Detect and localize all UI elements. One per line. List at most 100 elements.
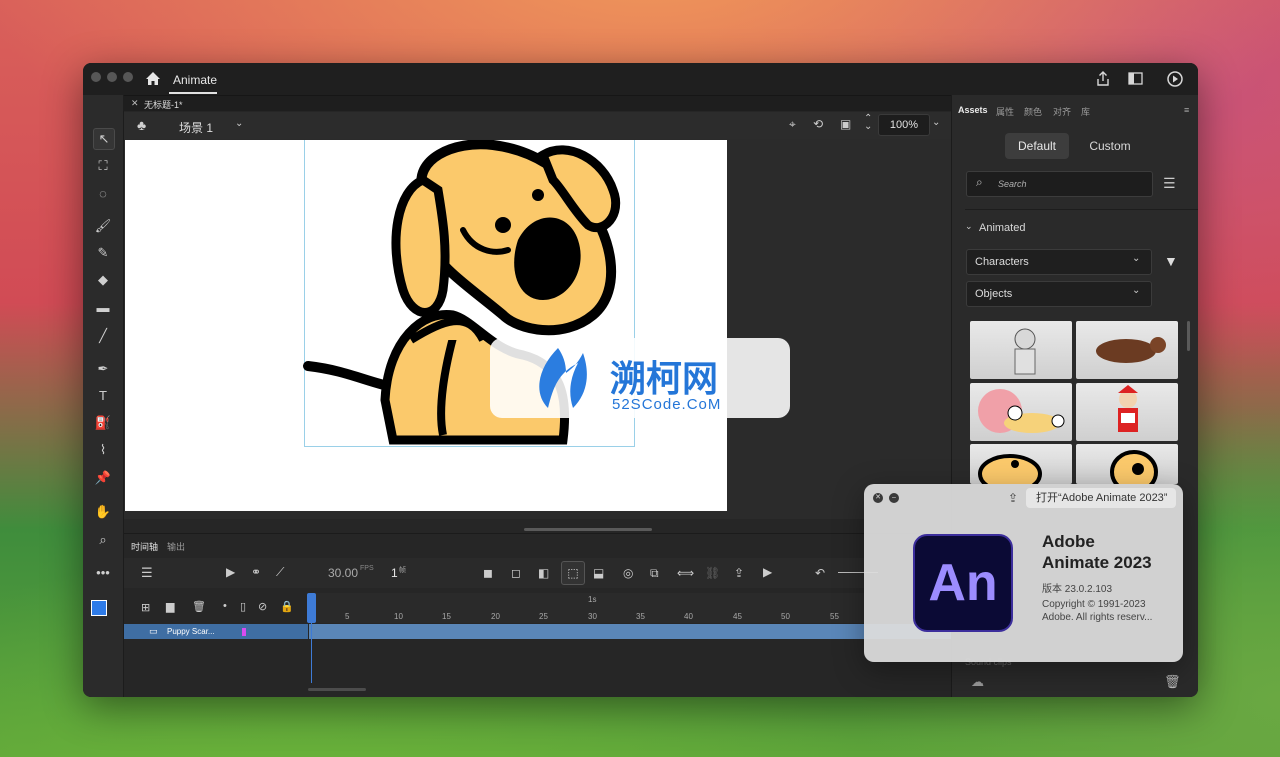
brush-tool-icon[interactable]: 🖌 xyxy=(93,216,113,236)
paint-brush-icon[interactable]: ✎ xyxy=(93,243,113,263)
scene-name[interactable]: 场景 1 xyxy=(179,119,213,136)
zoom-window-button[interactable] xyxy=(123,72,133,82)
insert-blank-keyframe-icon[interactable]: ◻ xyxy=(511,566,521,580)
app-tab[interactable]: Animate xyxy=(173,73,217,87)
frame-span[interactable] xyxy=(309,624,951,639)
rectangle-tool-icon[interactable]: ▬ xyxy=(93,298,113,318)
stroke-color-swatch[interactable] xyxy=(91,600,107,616)
ruler-tick: 50 xyxy=(781,612,790,621)
camera-icon[interactable]: ▶︎ xyxy=(226,565,235,579)
undo-icon[interactable]: ↶ xyxy=(815,566,825,580)
minimize-window-button[interactable] xyxy=(107,72,117,82)
document-tab-bar xyxy=(123,96,951,111)
fps-unit: FPS xyxy=(360,565,374,572)
link-icon: ⛓ xyxy=(705,566,721,580)
onion-skin-icon[interactable]: ◎ xyxy=(623,566,633,580)
edit-multiple-frames-icon[interactable]: ⧉ xyxy=(650,566,659,581)
eraser-icon[interactable]: ◆ xyxy=(93,270,113,290)
scene-icon[interactable]: ♣ xyxy=(137,117,146,133)
workspace-icon[interactable] xyxy=(1128,72,1143,85)
fps-value[interactable]: 30.00 xyxy=(328,566,358,580)
outline-icon[interactable]: ▯ xyxy=(240,600,246,613)
current-frame[interactable]: 1 xyxy=(391,566,398,580)
tab-library[interactable]: 库 xyxy=(1081,105,1090,118)
paint-bucket-icon[interactable]: ⛽ xyxy=(93,413,113,433)
selection-tool-icon[interactable]: ↖ xyxy=(93,128,115,150)
chevron-down-icon[interactable]: ⌄ xyxy=(1132,285,1140,296)
more-tools-icon[interactable]: ••• xyxy=(93,563,113,583)
clip-stage-icon[interactable]: ▣ xyxy=(840,117,851,131)
play-icon[interactable]: ▶ xyxy=(763,565,772,579)
filter-icon[interactable]: ▼ xyxy=(1164,253,1178,269)
zoom-stepper-icon[interactable]: ⌃ ⌄ xyxy=(864,114,872,132)
tab-align[interactable]: 对齐 xyxy=(1053,105,1071,118)
close-window-button[interactable] xyxy=(91,72,101,82)
seg-default[interactable]: Default xyxy=(1005,133,1069,159)
open-app-button[interactable]: 打开“Adobe Animate 2023” xyxy=(1026,488,1176,508)
share-icon[interactable]: ⇪ xyxy=(1008,491,1018,505)
insert-keyframe-icon[interactable]: ◼ xyxy=(483,566,493,580)
assets-scrollbar[interactable] xyxy=(1187,321,1190,351)
insert-frame-icon[interactable]: ◧ xyxy=(538,566,549,580)
new-folder-icon[interactable]: ▆ xyxy=(166,600,174,613)
layers-icon[interactable]: ☰ xyxy=(141,565,153,581)
list-view-icon[interactable]: ☰ xyxy=(1163,175,1176,192)
close-doc-icon[interactable]: ✕ xyxy=(131,98,139,109)
section-animated[interactable]: Animated xyxy=(979,222,1025,234)
free-transform-icon[interactable]: ⛶ xyxy=(93,156,113,176)
tab-assets[interactable]: Assets xyxy=(958,105,988,115)
pen-tool-icon[interactable]: ✒ xyxy=(93,359,113,379)
tab-timeline[interactable]: 时间轴 xyxy=(131,540,158,553)
ruler-tick: 10 xyxy=(394,612,403,621)
hide-layer-icon[interactable]: ⊘ xyxy=(258,600,267,613)
layer-color-marker[interactable] xyxy=(242,628,246,636)
chevron-down-icon[interactable]: ⌄ xyxy=(965,221,973,232)
tab-output[interactable]: 输出 xyxy=(167,540,185,553)
layer-parenting-icon[interactable]: ⚭ xyxy=(251,565,261,579)
panel-splitter[interactable] xyxy=(524,528,652,531)
characters-dropdown[interactable]: Characters xyxy=(966,249,1152,275)
text-tool-icon[interactable]: T xyxy=(93,386,113,406)
graph-icon[interactable]: ⟋ xyxy=(276,565,284,580)
zoom-tool-icon[interactable]: ⌕ xyxy=(93,530,113,550)
share-icon[interactable] xyxy=(1096,71,1110,87)
cloud-icon[interactable]: ☁ xyxy=(971,674,984,690)
tab-properties[interactable]: 属性 xyxy=(996,105,1014,118)
close-icon[interactable]: ✕ xyxy=(873,493,883,503)
trash-icon[interactable]: 🗑 xyxy=(1164,674,1181,690)
search-input[interactable] xyxy=(966,171,1153,197)
timeline-scrollbar[interactable] xyxy=(308,688,366,691)
hand-tool-icon[interactable]: ✋ xyxy=(93,502,113,522)
frame-ruler[interactable] xyxy=(308,593,951,623)
layer-name[interactable]: Puppy Scar... xyxy=(167,627,215,636)
lasso-icon[interactable]: ◌ xyxy=(93,184,113,204)
layer-dot-icon[interactable]: • xyxy=(223,600,227,612)
delete-layer-icon[interactable]: 🗑 xyxy=(192,600,206,613)
minimize-icon[interactable]: – xyxy=(889,493,899,503)
playhead[interactable] xyxy=(307,593,316,623)
center-stage-icon[interactable]: ⌖ xyxy=(789,117,796,132)
tab-color[interactable]: 颜色 xyxy=(1024,105,1042,118)
snail-illustration xyxy=(978,389,1065,433)
zoom-dropdown-icon[interactable]: ⌄ xyxy=(932,117,940,128)
lock-icon[interactable]: 🔒 xyxy=(280,600,294,613)
loop-icon[interactable]: ⟺ xyxy=(677,566,694,580)
tween-icon[interactable]: ⬓ xyxy=(593,566,604,580)
chevron-down-icon[interactable]: ⌄ xyxy=(235,118,243,129)
document-tab[interactable]: 无标题-1* xyxy=(144,98,183,111)
export-icon[interactable]: ⇪ xyxy=(734,566,744,580)
zoom-field[interactable]: 100% xyxy=(878,114,930,136)
rotate-stage-icon[interactable]: ⟲ xyxy=(813,117,823,131)
panel-menu-icon[interactable]: ≡ xyxy=(1184,105,1189,115)
pin-icon[interactable]: 📌 xyxy=(93,468,113,488)
home-icon[interactable] xyxy=(145,71,161,86)
line-tool-icon[interactable]: ╱ xyxy=(93,326,113,346)
chevron-down-icon[interactable]: ⌄ xyxy=(1132,253,1140,264)
objects-dropdown[interactable]: Objects xyxy=(966,281,1152,307)
auto-keyframe-icon[interactable]: ⬚ xyxy=(561,561,585,585)
seg-custom[interactable]: Custom xyxy=(1079,133,1141,159)
test-movie-icon[interactable] xyxy=(1167,71,1183,87)
eyedropper-icon[interactable]: ⌇ xyxy=(93,440,113,460)
puppy-thumb-illustration xyxy=(1110,450,1158,484)
new-layer-icon[interactable]: ⊞ xyxy=(141,601,150,614)
